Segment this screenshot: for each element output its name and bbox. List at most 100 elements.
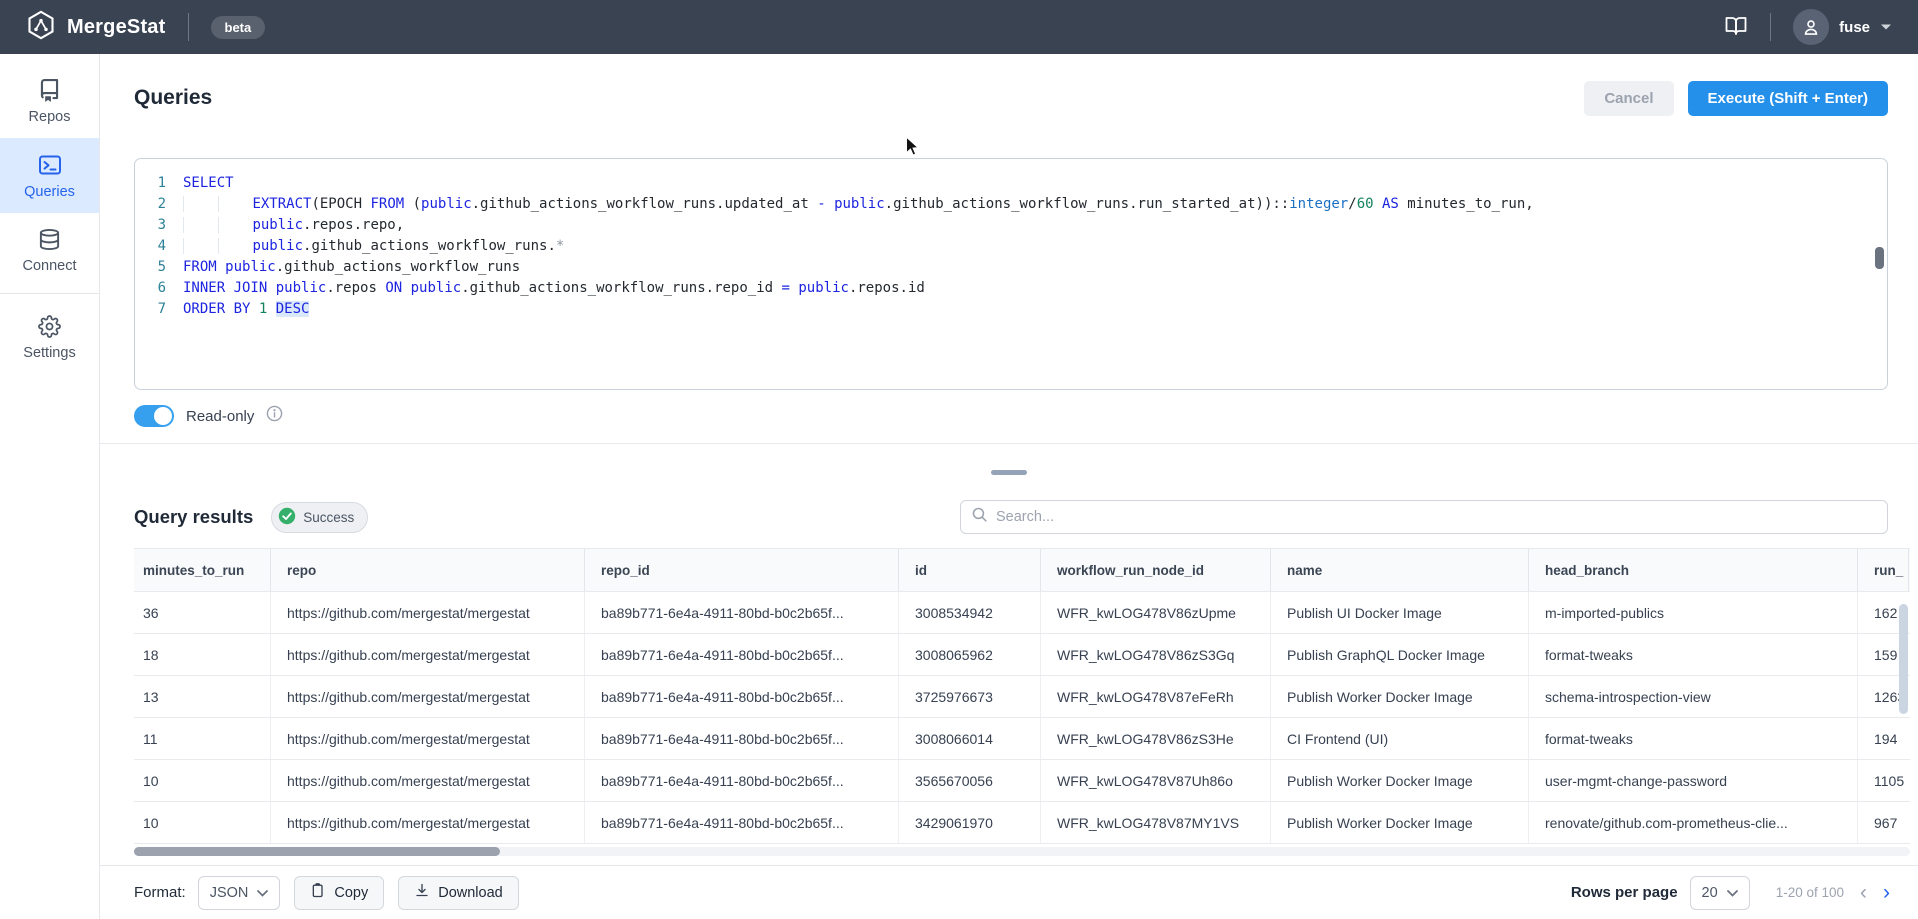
column-header: head_branch [1529,549,1858,591]
rows-per-page-label: Rows per page [1571,884,1678,901]
table-cell: 3008534942 [899,592,1041,633]
download-button[interactable]: Download [398,876,519,910]
previous-page-button[interactable]: ‹ [1860,882,1867,903]
format-label: Format: [134,884,186,901]
rows-per-page-select[interactable]: 20 [1690,876,1750,910]
mergestat-logo-icon [26,10,56,45]
column-header: workflow_run_node_id [1041,549,1271,591]
sidebar-item-settings[interactable]: Settings [0,300,99,374]
table-cell: WFR_kwLOG478V87Uh86o [1041,760,1271,801]
results-footer: Format: JSON Copy [100,865,1918,919]
table-cell: WFR_kwLOG478V86zS3He [1041,718,1271,759]
results-table: minutes_to_runreporepo_ididworkflow_run_… [134,548,1910,844]
table-cell: Publish GraphQL Docker Image [1271,634,1529,675]
table-header-row: minutes_to_runreporepo_ididworkflow_run_… [134,548,1910,592]
table-cell: CI Frontend (UI) [1271,718,1529,759]
info-icon[interactable] [266,405,283,427]
table-cell: format-tweaks [1529,718,1858,759]
code-line: 4 public.github_actions_workflow_runs.* [135,235,1887,256]
code-line: 6INNER JOIN public.repos ON public.githu… [135,277,1887,298]
table-cell: 11 [134,718,271,759]
column-header: minutes_to_run [134,549,271,591]
table-cell: user-mgmt-change-password [1529,760,1858,801]
table-row: 10https://github.com/mergestat/mergestat… [134,760,1910,802]
column-header: repo [271,549,585,591]
panel-splitter [100,444,1918,500]
top-navbar: MergeStat beta [0,0,1918,54]
table-cell: 194 [1858,718,1909,759]
code-line: 3 public.repos.repo, [135,214,1887,235]
table-cell: 18 [134,634,271,675]
readonly-label: Read-only [186,408,254,425]
code-line: 2 EXTRACT(EPOCH FROM (public.github_acti… [135,193,1887,214]
line-number: 7 [135,301,183,317]
execute-button[interactable]: Execute (Shift + Enter) [1688,81,1888,116]
table-cell: 1105 [1858,760,1909,801]
table-cell: 967 [1858,802,1909,843]
table-cell: 3565670056 [899,760,1041,801]
results-title: Query results [134,506,253,528]
table-cell: WFR_kwLOG478V87eFeRh [1041,676,1271,717]
editor-scrollbar-thumb[interactable] [1875,247,1884,269]
format-select[interactable]: JSON [198,876,281,910]
user-menu[interactable]: fuse [1793,9,1892,45]
table-cell: https://github.com/mergestat/mergestat [271,634,585,675]
search-icon [971,506,988,528]
table-cell: https://github.com/mergestat/mergestat [271,676,585,717]
sidebar-item-label: Settings [23,345,75,361]
beta-badge: beta [211,16,266,39]
table-cell: ba89b771-6e4a-4911-80bd-b0c2b65f... [585,718,899,759]
table-cell: https://github.com/mergestat/mergestat [271,592,585,633]
column-header: name [1271,549,1529,591]
line-number: 5 [135,259,183,275]
column-header: repo_id [585,549,899,591]
line-number: 3 [135,217,183,233]
repo-icon [38,79,61,102]
user-name: fuse [1839,19,1870,36]
line-number: 2 [135,196,183,212]
check-circle-icon [278,507,296,528]
table-cell: ba89b771-6e4a-4911-80bd-b0c2b65f... [585,760,899,801]
table-cell: ba89b771-6e4a-4911-80bd-b0c2b65f... [585,592,899,633]
download-label: Download [438,885,503,901]
table-cell: 3725976673 [899,676,1041,717]
sidebar-item-queries[interactable]: Queries [0,138,99,213]
docs-button[interactable] [1724,14,1748,41]
resize-handle[interactable] [991,470,1027,475]
copy-button[interactable]: Copy [294,876,384,910]
chevron-down-icon [1880,18,1892,36]
table-cell: m-imported-publics [1529,592,1858,633]
table-row: 13https://github.com/mergestat/mergestat… [134,676,1910,718]
table-cell: WFR_kwLOG478V86zUpme [1041,592,1271,633]
table-cell: https://github.com/mergestat/mergestat [271,760,585,801]
gear-icon [38,315,61,338]
table-cell: 3008065962 [899,634,1041,675]
table-cell: renovate/github.com-prometheus-clie... [1529,802,1858,843]
table-cell: https://github.com/mergestat/mergestat [271,802,585,843]
table-cell: ba89b771-6e4a-4911-80bd-b0c2b65f... [585,802,899,843]
status-badge: Success [271,502,368,533]
format-value: JSON [210,885,249,901]
table-vertical-scrollbar-thumb[interactable] [1899,604,1908,714]
table-row: 18https://github.com/mergestat/mergestat… [134,634,1910,676]
search-box [960,500,1888,534]
table-horizontal-scrollbar-thumb[interactable] [134,847,500,856]
search-input[interactable] [996,509,1877,525]
cancel-button[interactable]: Cancel [1584,81,1673,116]
table-cell: WFR_kwLOG478V87MY1VS [1041,802,1271,843]
next-page-button[interactable]: › [1883,882,1890,903]
sidebar-item-connect[interactable]: Connect [0,213,99,287]
brand-home-link[interactable]: MergeStat [26,10,166,45]
readonly-toggle[interactable] [134,405,174,427]
table-cell: Publish Worker Docker Image [1271,676,1529,717]
sql-editor[interactable]: 1SELECT2 EXTRACT(EPOCH FROM (public.gith… [134,158,1888,390]
pagination-range: 1-20 of 100 [1776,885,1844,900]
sidebar-item-label: Connect [22,258,76,274]
table-cell: WFR_kwLOG478V86zS3Gq [1041,634,1271,675]
table-row: 11https://github.com/mergestat/mergestat… [134,718,1910,760]
table-cell: 3008066014 [899,718,1041,759]
table-row: 10https://github.com/mergestat/mergestat… [134,802,1910,844]
sidebar-item-repos[interactable]: Repos [0,64,99,138]
navbar-divider [188,13,189,41]
download-icon [414,882,430,903]
